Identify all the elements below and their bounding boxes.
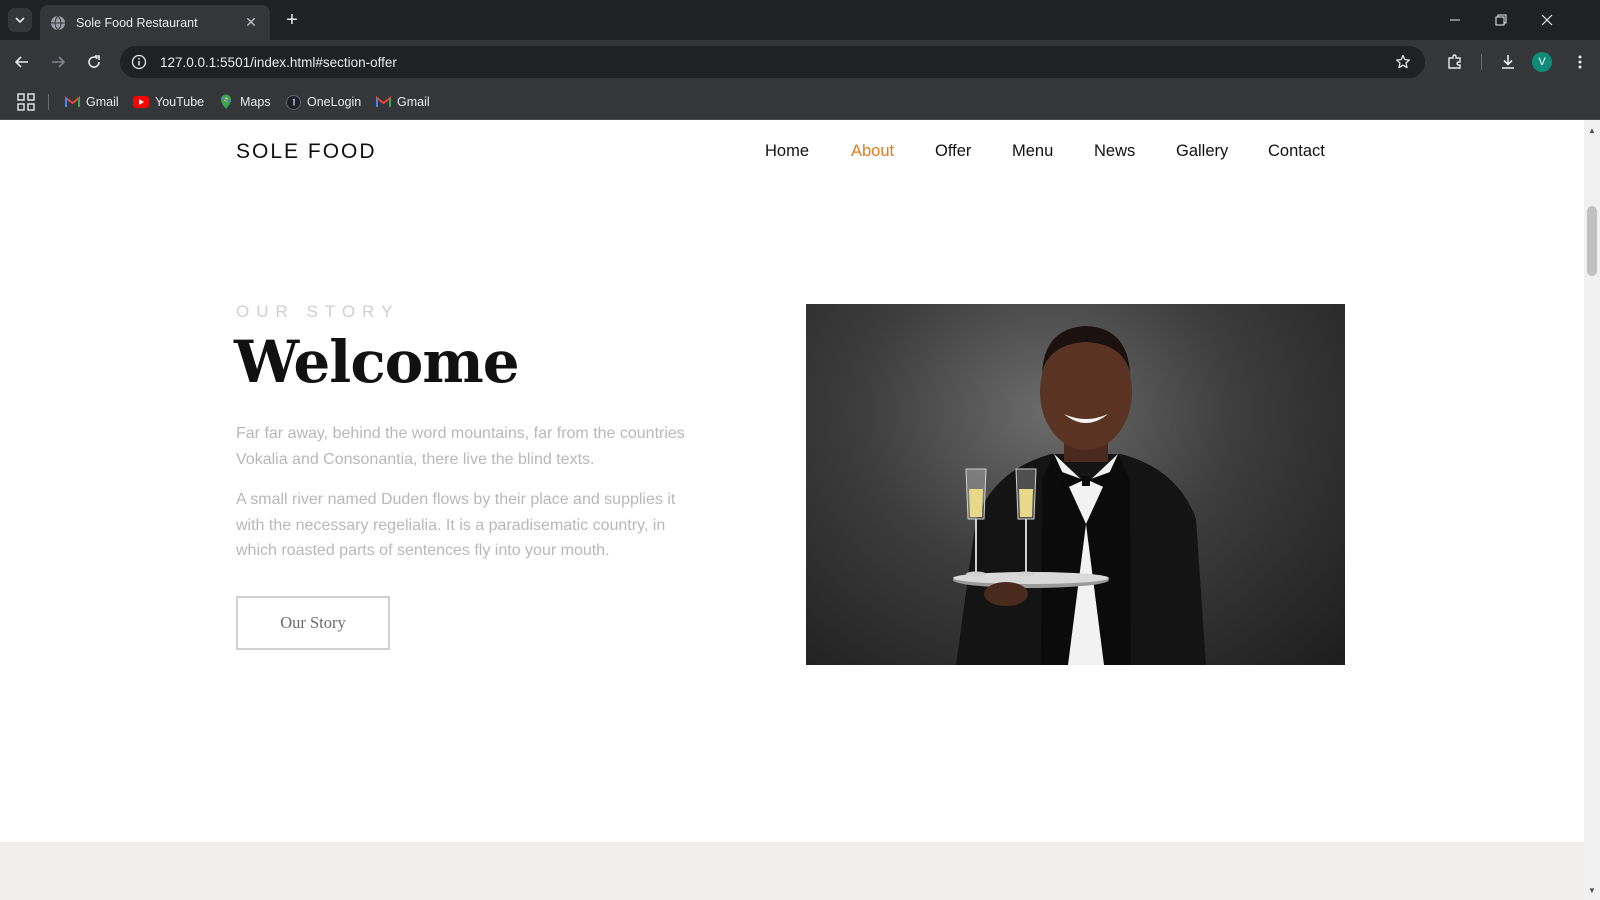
download-icon[interactable] [1496, 50, 1520, 74]
youtube-icon [133, 94, 149, 110]
address-bar[interactable]: 127.0.0.1:5501/index.html#section-offer [120, 46, 1425, 78]
bookmark-maps[interactable]: Maps [218, 92, 271, 112]
profile-avatar[interactable]: V [1532, 52, 1552, 72]
nav-link-news[interactable]: News [1094, 142, 1135, 161]
nav-link-about[interactable]: About [851, 142, 894, 161]
apps-grid-icon[interactable] [17, 93, 35, 111]
browser-tab-active[interactable]: Sole Food Restaurant ✕ [40, 5, 270, 40]
section-eyebrow: OUR STORY [236, 302, 400, 321]
nav-link-gallery[interactable]: Gallery [1176, 142, 1228, 161]
onelogin-icon [285, 94, 301, 110]
reload-icon [88, 55, 100, 68]
bookmark-gmail[interactable]: Gmail [64, 92, 119, 112]
bookmark-youtube[interactable]: YouTube [133, 92, 204, 112]
section-title: Welcome [234, 328, 520, 396]
close-icon [1541, 14, 1553, 26]
minimize-button[interactable] [1432, 0, 1478, 40]
page-scrollbar[interactable]: ▲ ▼ [1584, 120, 1600, 900]
forward-button[interactable] [44, 48, 72, 76]
waiter-photo [806, 304, 1345, 665]
browser-tab-bar: Sole Food Restaurant ✕ + [0, 0, 1600, 40]
minimize-icon [1450, 19, 1460, 21]
kebab-menu-icon[interactable] [1568, 50, 1592, 74]
bookmarks-bar: Gmail YouTube Maps OneLogin Gmail [0, 84, 1600, 120]
tab-search-button[interactable] [8, 8, 32, 32]
bookmark-label: Gmail [397, 95, 430, 109]
close-window-button[interactable] [1524, 0, 1570, 40]
maps-icon [218, 94, 234, 110]
bookmark-onelogin[interactable]: OneLogin [285, 92, 361, 112]
site-info-icon[interactable] [128, 51, 150, 73]
page-viewport: SOLE FOOD Home About Offer Menu News Gal… [0, 120, 1584, 900]
bookmark-label: OneLogin [307, 95, 362, 109]
tab-title: Sole Food Restaurant [76, 15, 198, 30]
back-button[interactable] [8, 48, 36, 76]
nav-link-offer[interactable]: Offer [935, 142, 971, 161]
gmail-icon [375, 94, 391, 110]
scroll-up-arrow-icon[interactable]: ▲ [1584, 122, 1600, 138]
toolbar-divider [1481, 54, 1482, 70]
url-text: 127.0.0.1:5501/index.html#section-offer [160, 54, 397, 70]
scroll-down-arrow-icon[interactable]: ▼ [1584, 882, 1600, 898]
intro-paragraph-2: A small river named Duden flows by their… [236, 491, 676, 559]
bookmark-label: YouTube [155, 95, 205, 109]
intro-paragraph-1: Far far away, behind the word mountains,… [236, 425, 685, 468]
chevron-down-icon [15, 17, 25, 24]
bookmark-star-icon[interactable] [1393, 52, 1413, 72]
reload-button[interactable] [80, 48, 108, 76]
gmail-icon [64, 94, 80, 110]
bookmark-gmail-2[interactable]: Gmail [375, 92, 430, 112]
bookmark-label: Maps [240, 95, 271, 109]
arrow-left-icon [14, 56, 28, 68]
our-story-button[interactable]: Our Story [236, 596, 390, 650]
site-logo[interactable]: SOLE FOOD [236, 140, 377, 164]
bookmarks-separator [48, 94, 49, 110]
scrollbar-thumb[interactable] [1587, 206, 1597, 276]
arrow-right-icon [52, 56, 66, 68]
restore-icon [1495, 14, 1507, 26]
extensions-icon[interactable] [1443, 50, 1467, 74]
new-tab-button[interactable]: + [280, 8, 304, 32]
next-section-band [0, 842, 1584, 900]
restore-button[interactable] [1478, 0, 1524, 40]
nav-link-menu[interactable]: Menu [1012, 142, 1053, 161]
browser-toolbar: 127.0.0.1:5501/index.html#section-offer … [0, 40, 1600, 84]
nav-link-home[interactable]: Home [765, 142, 809, 161]
nav-link-contact[interactable]: Contact [1268, 142, 1325, 161]
tab-close-icon[interactable]: ✕ [242, 14, 260, 32]
bookmark-label: Gmail [86, 95, 119, 109]
waiter-illustration [953, 326, 1206, 665]
globe-icon [50, 15, 66, 31]
